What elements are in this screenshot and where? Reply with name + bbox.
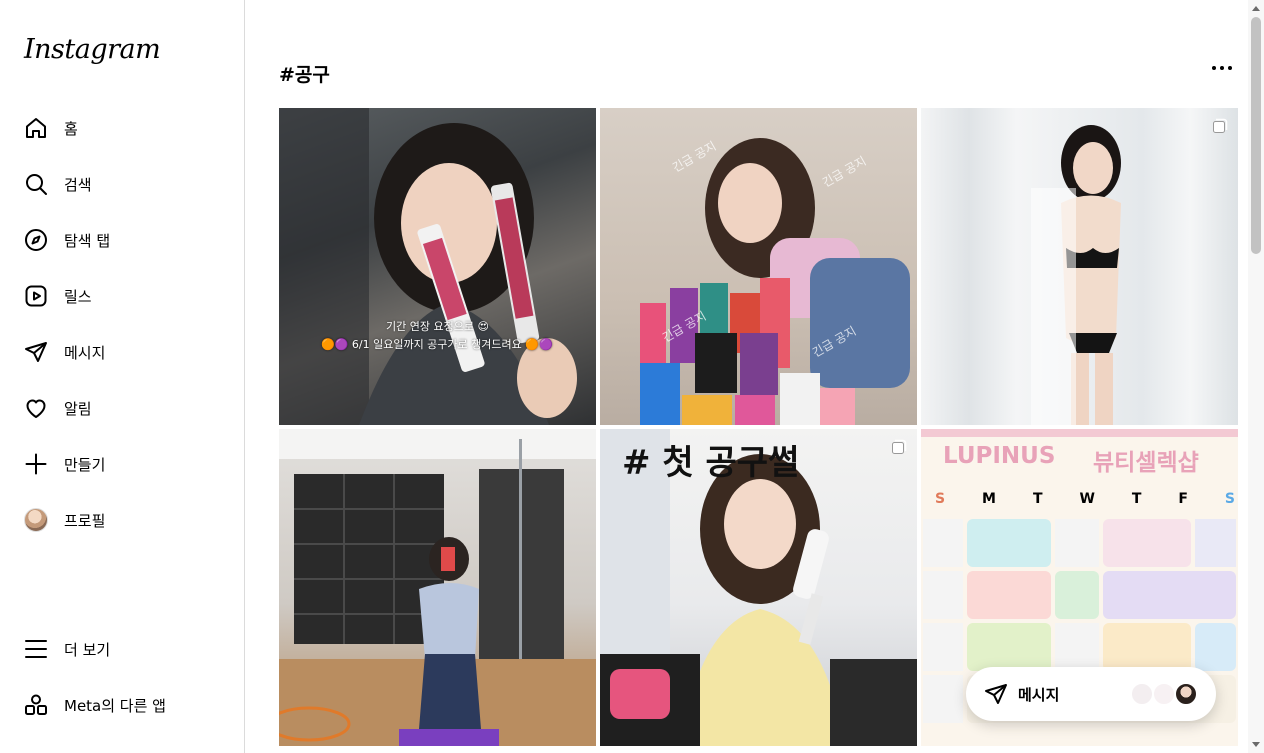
post-thumbnail[interactable] [921,108,1238,425]
post-thumbnail[interactable]: 기간 연장 요청으로 😍 🟠🟣 6/1 일요일까지 공구가로 챙겨드려요 🟠🟣 [279,108,596,425]
sidebar-item-search[interactable]: 검색 [12,160,232,208]
instagram-logo[interactable]: Instagram [24,34,161,65]
avatar [1130,682,1154,706]
avatar [1152,682,1176,706]
post-image [279,108,577,425]
sidebar-item-label: 탐색 탭 [64,231,111,250]
sidebar-item-profile[interactable]: 프로필 [12,496,232,544]
weekday: T [1032,491,1043,507]
compass-icon [24,228,48,252]
apps-icon [24,693,48,717]
sidebar-item-label: 알림 [64,399,92,418]
page-title: #공구 [279,64,330,86]
send-icon [24,340,48,364]
sidebar-item-label: 홈 [64,119,78,138]
menu-icon [24,637,48,661]
scroll-up-icon[interactable] [1252,6,1260,11]
sidebar-item-label: Meta의 다른 앱 [64,696,166,715]
sidebar-item-label: 더 보기 [64,640,111,659]
sidebar-item-more[interactable]: 더 보기 [12,625,232,673]
send-icon [984,682,1008,706]
scrollbar-thumb[interactable] [1251,17,1261,254]
sidebar-item-label: 메시지 [64,343,106,362]
hashtag-page: #공구 기간 연장 요청으로 😍 🟠🟣 6/1 일요일까지 공구가로 챙겨드려요… [245,0,1248,753]
reels-icon [24,284,48,308]
post-thumbnail[interactable]: # 첫 공구썰 [600,429,917,746]
post-brand: LUPINUS [943,443,1056,469]
heart-icon [24,396,48,420]
home-icon [24,116,48,140]
post-image [921,108,1238,425]
weekday: S [1224,491,1235,507]
sidebar-item-messages[interactable]: 메시지 [12,328,232,376]
sidebar-item-explore[interactable]: 탐색 탭 [12,216,232,264]
weekday: W [1079,491,1095,507]
carousel-icon [1213,118,1228,133]
calendar-weekdays: S M T W T F S [935,491,1235,507]
weekday: M [982,491,996,507]
post-overlay-text: 기간 연장 요청으로 😍 [386,320,489,333]
sidebar-item-label: 릴스 [64,287,92,306]
post-thumbnail[interactable]: 긴급 공지 긴급 공지 긴급 공지 긴급 공지 [600,108,917,425]
sidebar-item-create[interactable]: 만들기 [12,440,232,488]
post-brand-sub: 뷰티셀렉샵 [1093,450,1199,476]
avatar [24,508,48,532]
sidebar-item-label: 프로필 [64,511,106,530]
sidebar-item-label: 만들기 [64,455,106,474]
sidebar-item-notifications[interactable]: 알림 [12,384,232,432]
post-overlay-text: 🟠🟣 6/1 일요일까지 공구가로 챙겨드려요 🟠🟣 [321,338,553,351]
carousel-icon [892,439,907,454]
plus-icon [24,452,48,476]
weekday: T [1131,491,1142,507]
weekday: F [1178,491,1188,507]
sidebar-item-label: 검색 [64,175,92,194]
post-caption: # 첫 공구썰 [622,443,800,483]
page-scrollbar[interactable] [1248,0,1264,753]
search-icon [24,172,48,196]
messages-pill-label: 메시지 [1018,685,1060,704]
weekday: S [935,491,946,507]
sidebar: Instagram 홈 검색 탐색 탭 릴스 메시지 알림 만들기 프로필 더 … [0,0,245,753]
sidebar-item-meta-apps[interactable]: Meta의 다른 앱 [12,681,232,729]
post-image [279,429,596,746]
sidebar-item-reels[interactable]: 릴스 [12,272,232,320]
more-options-icon[interactable] [1209,56,1235,80]
post-thumbnail[interactable] [279,429,596,746]
post-image [640,138,910,425]
avatar [1174,682,1198,706]
sidebar-item-home[interactable]: 홈 [12,104,232,152]
messages-pill[interactable]: 메시지 [966,667,1216,721]
scroll-down-icon[interactable] [1252,742,1260,747]
